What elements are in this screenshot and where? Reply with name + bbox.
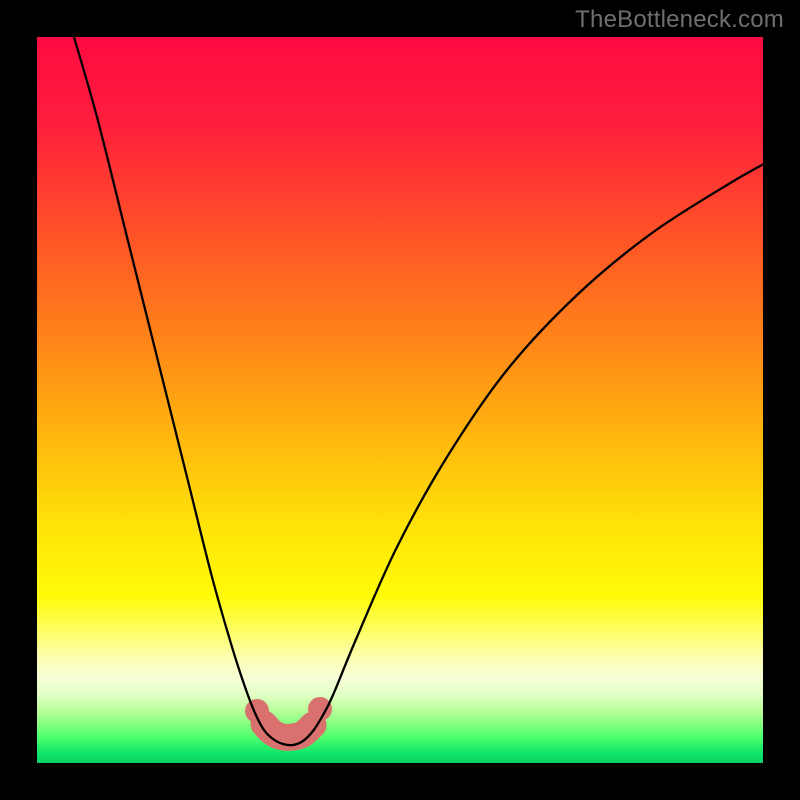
chart-frame xyxy=(37,37,763,763)
chart-plot xyxy=(37,37,763,763)
watermark-text: TheBottleneck.com xyxy=(575,6,784,34)
range-endpoint-right xyxy=(308,697,332,721)
optimal-range-highlight xyxy=(264,724,313,737)
bottleneck-curve xyxy=(71,37,763,745)
